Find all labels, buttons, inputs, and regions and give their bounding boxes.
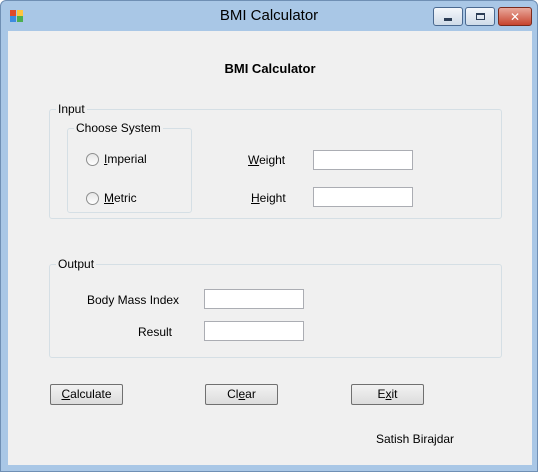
calculate-button[interactable]: Calculate	[50, 384, 123, 405]
imperial-radio[interactable]: Imperial	[86, 152, 147, 166]
form-client-area: BMI Calculator Input Choose System Imper…	[8, 31, 532, 465]
title-bar[interactable]: BMI Calculator ✕	[1, 1, 537, 31]
bmi-label: Body Mass Index	[87, 293, 180, 307]
result-label: Result	[138, 325, 173, 339]
choose-system-groupbox: Choose System Imperial Metric	[67, 121, 192, 213]
imperial-label: Imperial	[104, 152, 147, 166]
form-heading: BMI Calculator	[224, 61, 316, 76]
close-button[interactable]: ✕	[498, 7, 532, 26]
result-output-field[interactable]	[204, 321, 304, 341]
metric-label: Metric	[104, 191, 137, 205]
choose-system-label: Choose System	[74, 121, 163, 135]
height-label: Height	[251, 191, 286, 205]
close-icon: ✕	[509, 9, 521, 24]
imperial-radio-circle[interactable]	[86, 152, 99, 166]
input-group-label: Input	[56, 102, 87, 116]
weight-label: Weight	[248, 153, 286, 167]
input-groupbox: Input Choose System Imperial Metric Weig…	[49, 102, 502, 219]
metric-radio-circle[interactable]	[86, 191, 99, 205]
clear-button[interactable]: Clear	[205, 384, 278, 405]
minimize-icon	[444, 17, 452, 21]
maximize-icon	[475, 13, 485, 20]
output-group-label: Output	[56, 257, 97, 271]
metric-radio[interactable]: Metric	[86, 191, 137, 205]
height-input[interactable]	[313, 187, 413, 207]
app-window: BMI Calculator ✕ BMI Calculator Input Ch…	[0, 0, 538, 472]
weight-input[interactable]	[313, 150, 413, 170]
author-label: Satish Birajdar	[376, 432, 455, 446]
exit-button[interactable]: Exit	[351, 384, 424, 405]
bmi-output-field[interactable]	[204, 289, 304, 309]
maximize-button[interactable]	[465, 7, 495, 26]
output-groupbox: Output Body Mass Index Result	[49, 257, 502, 358]
minimize-button[interactable]	[433, 7, 463, 26]
